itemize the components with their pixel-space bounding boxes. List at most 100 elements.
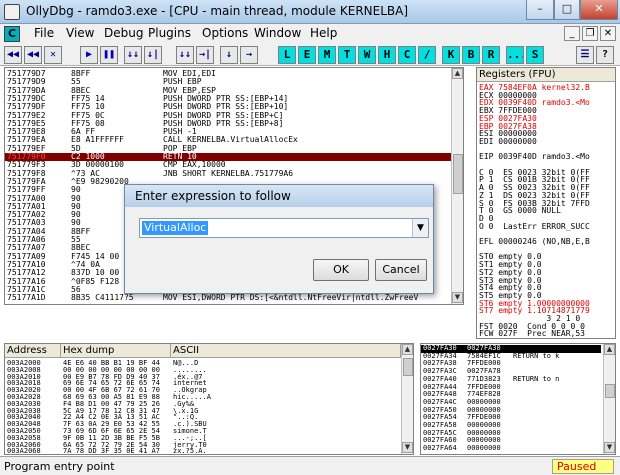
disasm-instruction: JNB SHORT KERNELBA.751779A6 (163, 168, 294, 178)
register-line: FCW 027F Prec NEAR,53 (479, 330, 585, 339)
menu-view[interactable]: View (66, 26, 94, 40)
disasm-hex: FF75 10 (71, 102, 105, 112)
step-over-icon[interactable]: ↓| (144, 46, 162, 64)
cpu-window-button[interactable]: C (398, 46, 416, 64)
status-bar: Program entry point Paused (0, 456, 620, 475)
expression-combobox[interactable]: VirtualAlloc ▼ (139, 218, 429, 238)
breakpoints-window-button[interactable]: B (462, 46, 480, 64)
toolbar: ◀◀ ◀◀ ✕ ▶ ❚❚ ↓↓ ↓| ↓↓ →| ↓ → L E M T W H… (0, 44, 620, 66)
step-into-icon[interactable]: ↓↓ (124, 46, 142, 64)
scroll-down-icon[interactable]: ▼ (402, 442, 413, 453)
stack-address: 0027FA40 (423, 374, 457, 383)
help-icon[interactable]: ? (596, 46, 614, 64)
patches-window-button[interactable]: / (418, 46, 436, 64)
windows-window-button[interactable]: W (358, 46, 376, 64)
pause-icon[interactable]: ❚❚ (100, 46, 118, 64)
scroll-thumb[interactable] (453, 154, 463, 194)
mdi-minimize-button[interactable]: _ (564, 26, 580, 41)
scroll-up-icon[interactable]: ▲ (452, 68, 463, 79)
stack-value: 771D3823 (467, 374, 501, 383)
disasm-hex: 90 (71, 185, 81, 195)
dump-row[interactable]: 003A2068 7A 78 DD 3F 35 0E 41 A7 zx.?5.A. (5, 447, 399, 455)
log-window-button[interactable]: L (278, 46, 296, 64)
title-bar: OllyDbg - ramdo3.exe - [CPU - main threa… (0, 0, 620, 24)
close-window-button[interactable]: ✕ (580, 0, 618, 20)
cpu-window-icon[interactable]: C (4, 26, 20, 42)
scroll-thumb[interactable] (403, 358, 413, 376)
scroll-up-icon[interactable]: ▲ (604, 344, 615, 355)
menu-options[interactable]: Options (202, 26, 248, 40)
stack-comment: RETURN to k (513, 351, 560, 360)
disasm-address: 751779DF (7, 102, 46, 112)
stack-address: 0027FA30 (423, 344, 457, 352)
registers-pane[interactable]: Registers (FPU) EAX 7584EF0A kernel32.B E… (476, 67, 616, 339)
scroll-up-icon[interactable]: ▲ (402, 344, 413, 355)
close-program-icon[interactable]: ✕ (44, 46, 62, 64)
run-trace-button[interactable]: ... (506, 46, 524, 64)
disasm-row[interactable]: 75177A1D 8B35 C41117?5 MOV ESI,DWORD PTR D… (5, 294, 451, 302)
dump-hex-header: Hex dump (61, 344, 171, 358)
stack-value: 0027FA30 (467, 344, 501, 352)
stack-value: 00000000 (467, 421, 501, 429)
references-window-button[interactable]: R (482, 46, 500, 64)
follow-expression-dialog: Enter expression to follow VirtualAlloc … (124, 184, 434, 294)
stack-row[interactable]: 0027FA64 00000000 (421, 445, 601, 453)
menu-window[interactable]: Window (254, 26, 301, 40)
scroll-down-icon[interactable]: ▼ (604, 442, 615, 453)
dump-address-header: Address (5, 344, 61, 358)
scroll-thumb[interactable] (605, 384, 615, 398)
disassembler-scrollbar[interactable]: ▲ ▼ (451, 68, 463, 304)
maximize-window-button[interactable]: □ (554, 0, 580, 20)
options-list-icon[interactable]: ☰ (576, 46, 594, 64)
dialog-title: Enter expression to follow (125, 185, 433, 207)
menu-debug[interactable]: Debug (104, 26, 143, 40)
source-window-button[interactable]: S (526, 46, 544, 64)
menu-plugins[interactable]: Plugins (148, 26, 191, 40)
stack-value: 00000000 (467, 397, 501, 406)
stack-value: 00000000 (467, 444, 501, 453)
open-icon[interactable]: ◀◀ (4, 46, 22, 64)
disasm-row[interactable]: 751779DF FF75 10 PUSH DWORD PTR SS:[EBP+10… (5, 103, 451, 111)
stack-address: 0027FA4C (423, 397, 457, 406)
memory-window-button[interactable]: M (318, 46, 336, 64)
dump-address: 003A2068 (7, 447, 41, 455)
trace-into-icon[interactable]: ↓↓ (176, 46, 194, 64)
disasm-instruction: PUSH DWORD PTR SS:[EBP+10] (163, 102, 289, 112)
call-stack-button[interactable]: K (442, 46, 460, 64)
chevron-down-icon[interactable]: ▼ (412, 219, 428, 237)
disasm-address: 75177A12 (7, 268, 46, 278)
disasm-instruction: MOV ESI,DWORD PTR DS:[<&ntdll.NtFreeVir|… (163, 293, 419, 303)
disasm-address: 751779FF (7, 185, 46, 195)
stack-comment: RETURN to n (513, 374, 560, 383)
threads-window-button[interactable]: T (338, 46, 356, 64)
dump-ascii-header: ASCII (171, 344, 401, 358)
stack-address: 0027FA64 (423, 444, 457, 453)
trace-over-icon[interactable]: →| (196, 46, 214, 64)
stack-scrollbar[interactable]: ▲ ▼ (603, 344, 615, 454)
menu-file[interactable]: File (34, 26, 54, 40)
mdi-restore-button[interactable]: ❐ (582, 26, 598, 41)
dump-ascii: zx.?5.A. (173, 447, 207, 455)
mdi-close-button[interactable]: ✕ (600, 26, 616, 41)
status-badge: Paused (552, 459, 614, 474)
ok-button[interactable]: OK (313, 259, 369, 281)
handles-window-button[interactable]: H (378, 46, 396, 64)
expression-input[interactable]: VirtualAlloc (142, 221, 209, 235)
run-icon[interactable]: ▶ (80, 46, 98, 64)
restart-icon[interactable]: ◀◀ (24, 46, 42, 64)
minimize-window-button[interactable]: – (526, 0, 554, 20)
go-to-address-icon[interactable]: → (240, 46, 258, 64)
status-text: Program entry point (4, 460, 115, 473)
registers-header: Registers (FPU) (477, 68, 615, 82)
cancel-button[interactable]: Cancel (375, 259, 427, 281)
scroll-down-icon[interactable]: ▼ (452, 292, 463, 303)
disasm-hex: 837D 10 00 (71, 268, 120, 278)
execute-till-return-icon[interactable]: ↓ (220, 46, 238, 64)
stack-pane[interactable]: 0027FA30 0027FA30 0027FA34 7584EF1C RETURN t… (420, 343, 616, 455)
modules-window-button[interactable]: E (298, 46, 316, 64)
stack-address: 0027FA58 (423, 421, 457, 429)
menu-help[interactable]: Help (310, 26, 337, 40)
dump-scrollbar[interactable]: ▲ ▼ (401, 344, 413, 454)
disasm-hex: 8B35 C41117?5 (71, 293, 134, 303)
dump-pane[interactable]: Address Hex dump ASCII 003A2000 4E E6 40 … (4, 343, 414, 455)
